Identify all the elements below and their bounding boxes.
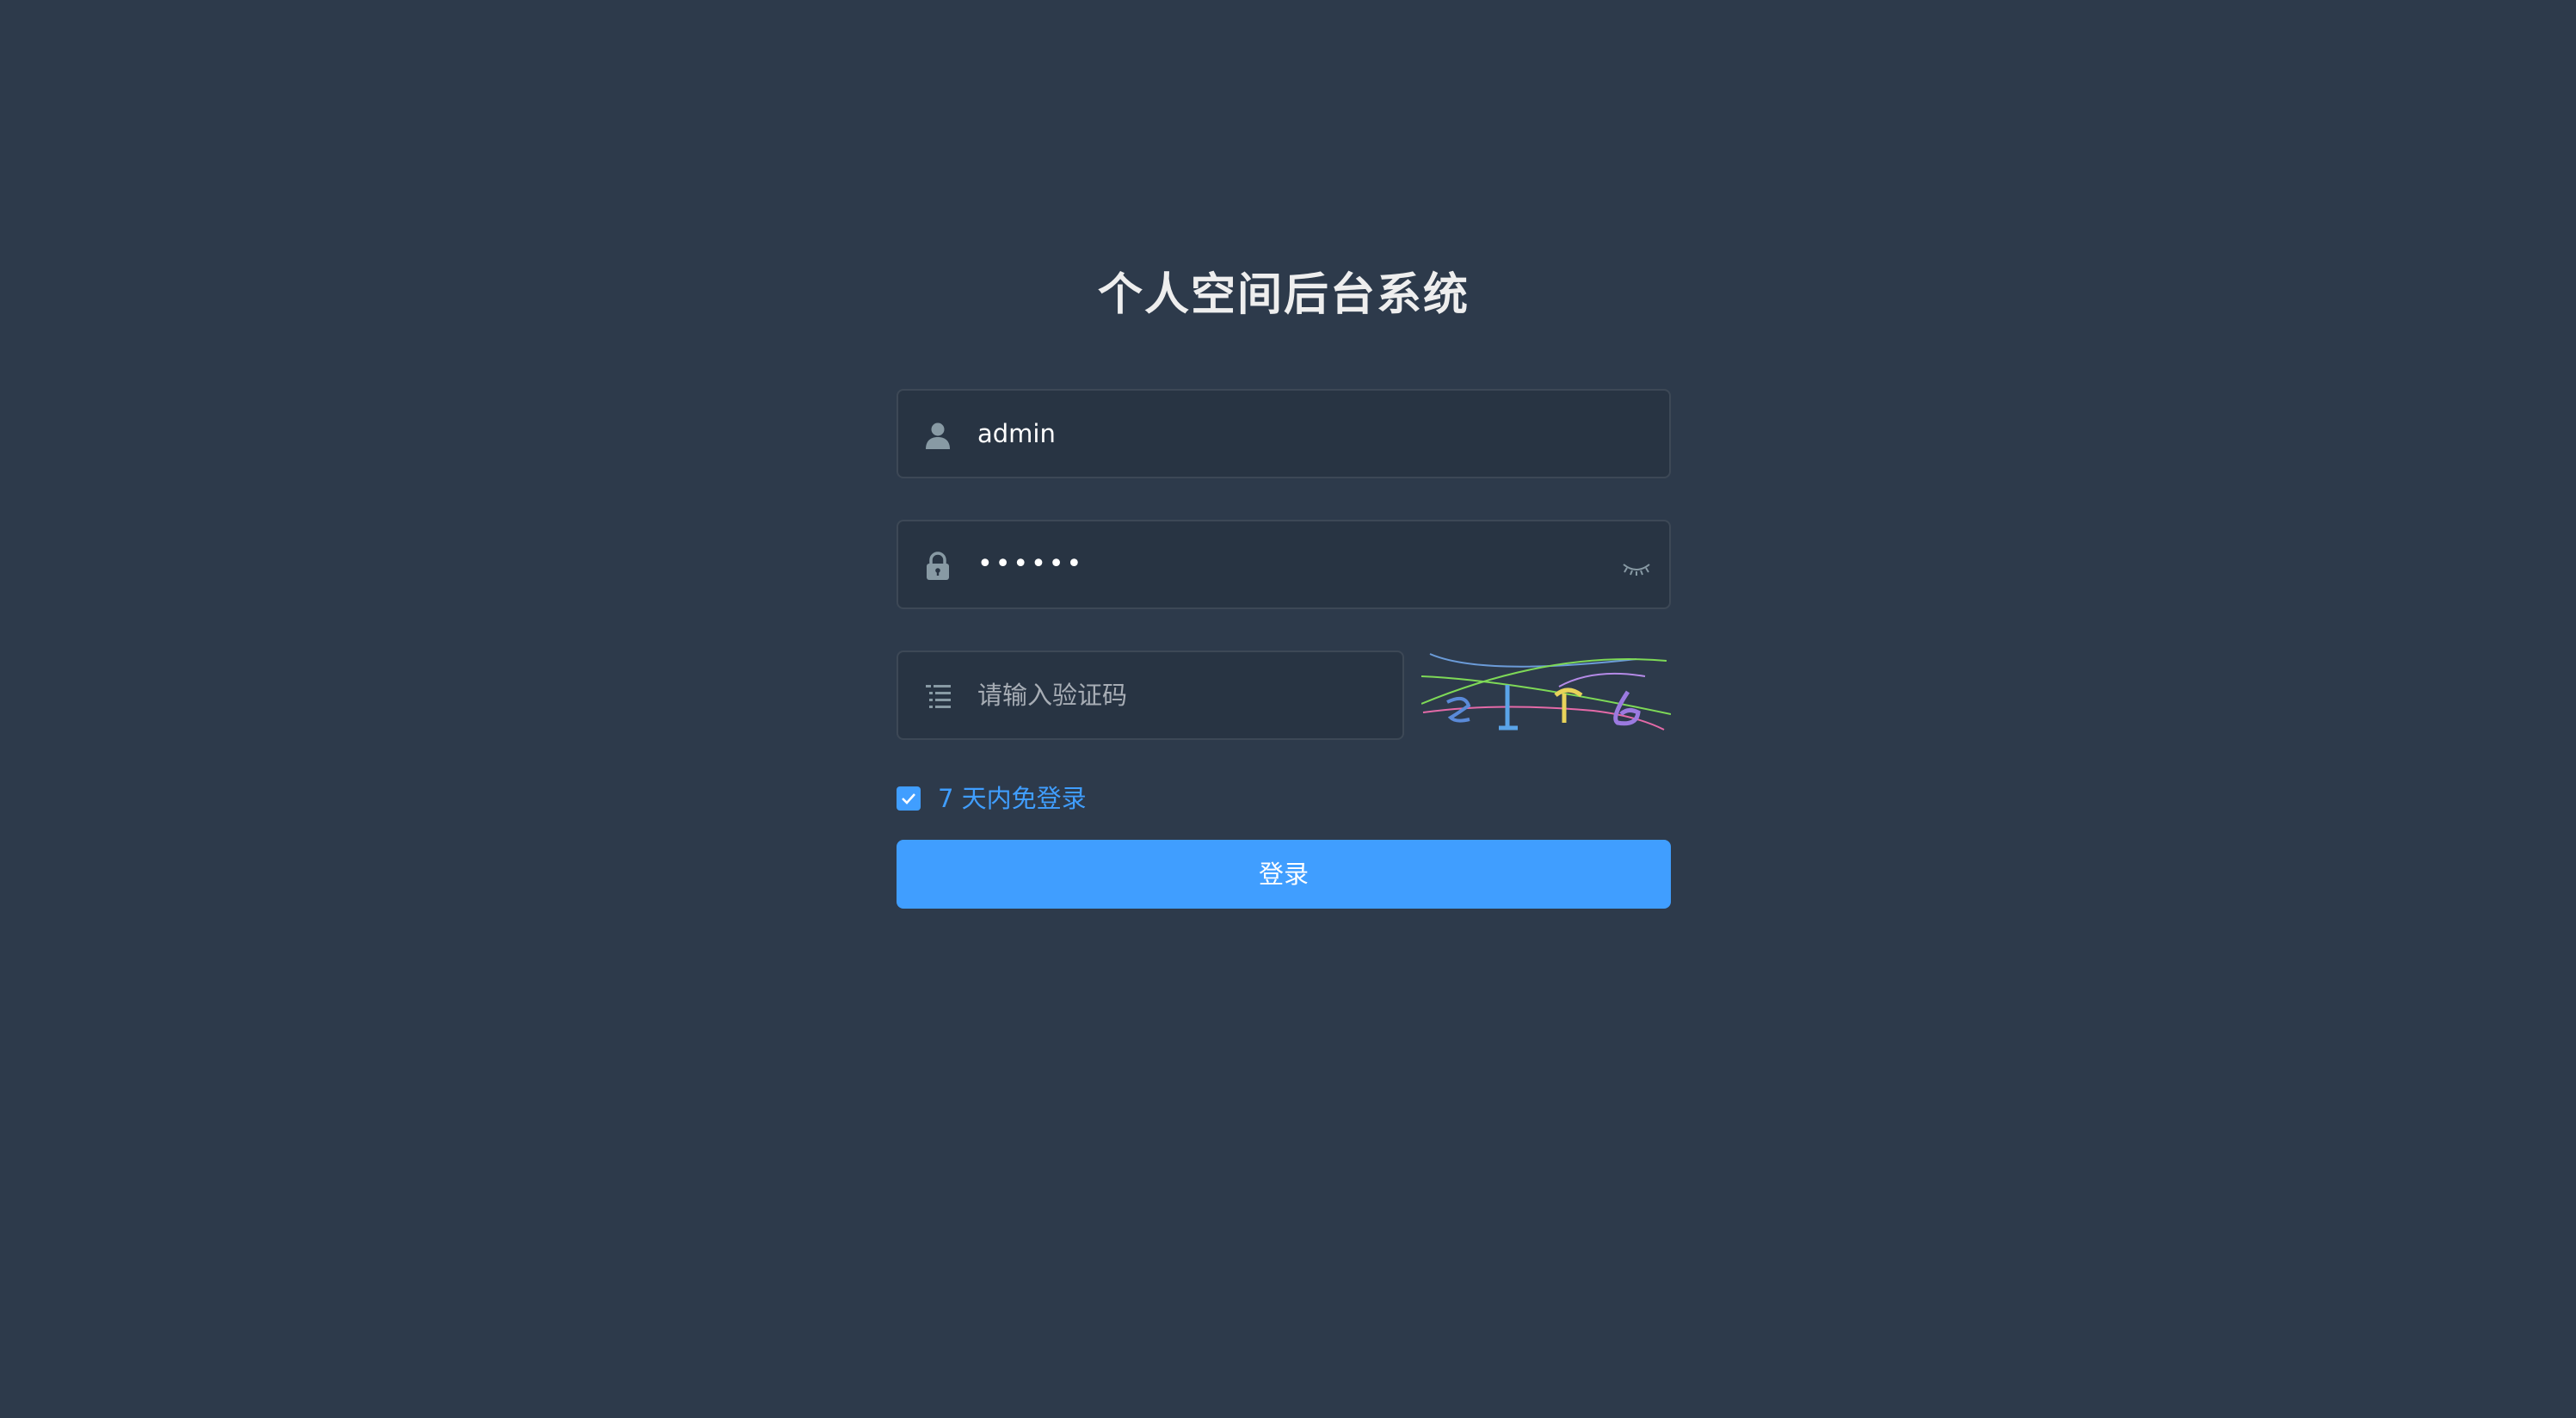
password-input[interactable]: •••••• bbox=[977, 521, 1580, 607]
captcha-image[interactable] bbox=[1421, 650, 1671, 740]
username-input[interactable]: admin bbox=[977, 391, 1580, 477]
captcha-field[interactable]: 请输入验证码 bbox=[897, 650, 1404, 740]
eye-closed-icon[interactable] bbox=[1619, 551, 1654, 585]
check-icon bbox=[902, 793, 915, 805]
lock-icon bbox=[927, 552, 949, 580]
list-icon bbox=[926, 685, 951, 708]
page-title: 个人空间后台系统 bbox=[1097, 269, 1470, 321]
user-icon bbox=[926, 422, 950, 449]
remember-me[interactable]: 7 天内免登录 bbox=[897, 783, 1087, 814]
password-field[interactable]: •••••• bbox=[897, 520, 1671, 609]
remember-checkbox[interactable] bbox=[897, 786, 921, 811]
username-field[interactable]: admin bbox=[897, 389, 1671, 478]
remember-label[interactable]: 7 天内免登录 bbox=[938, 783, 1087, 814]
login-button[interactable]: 登录 bbox=[897, 840, 1671, 909]
